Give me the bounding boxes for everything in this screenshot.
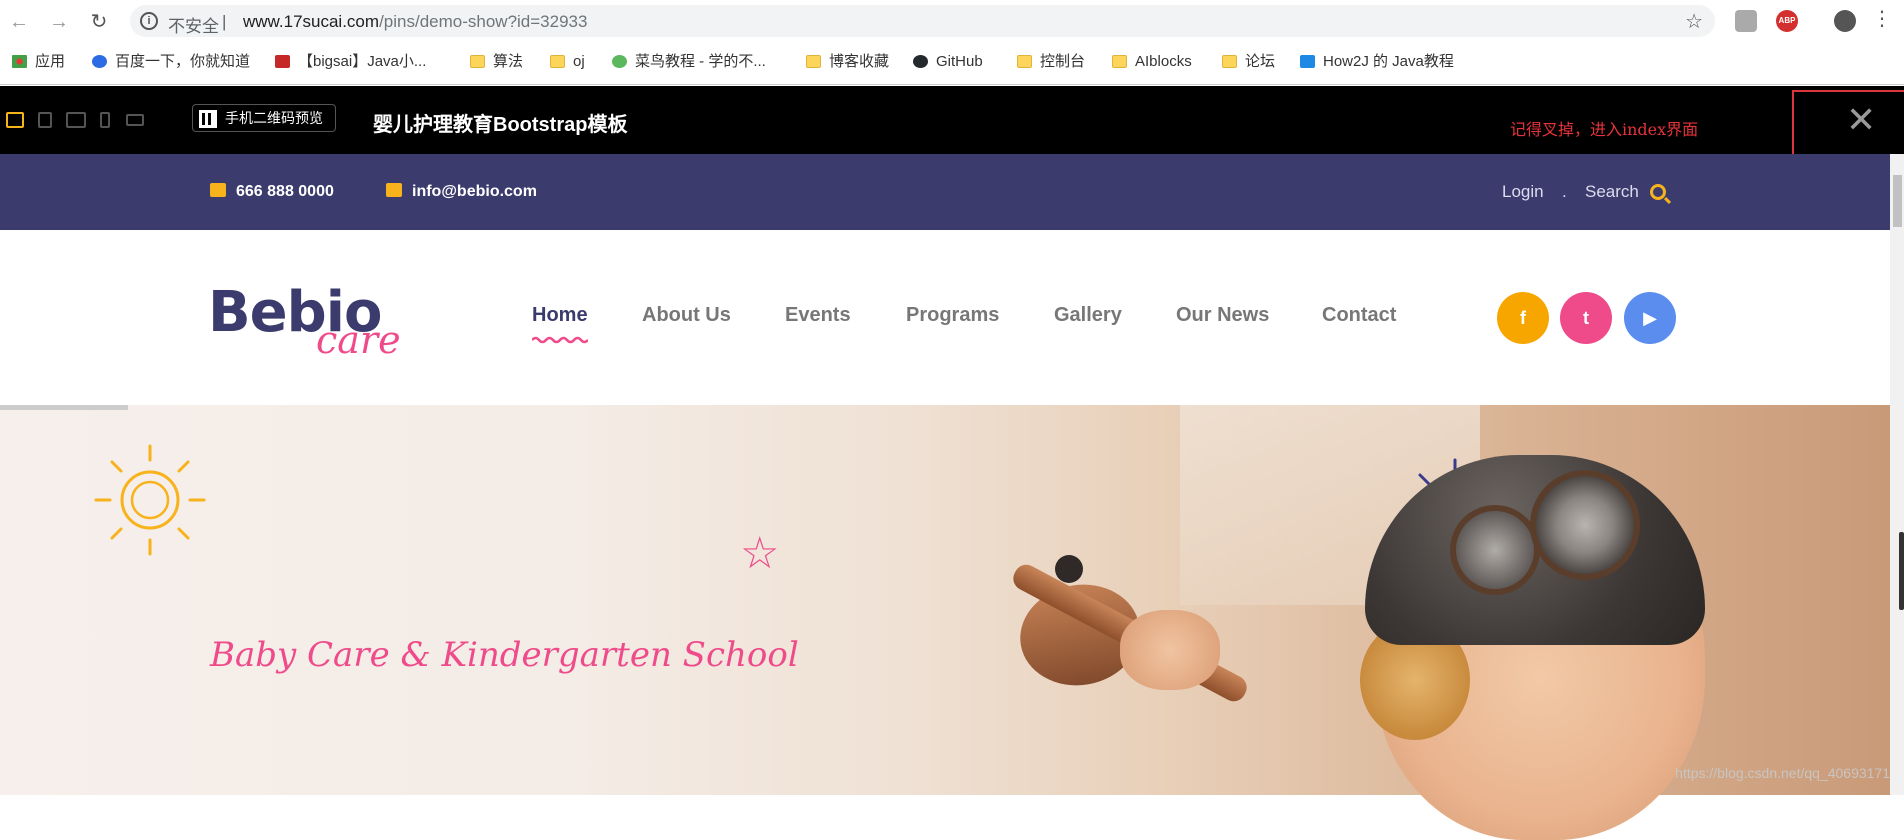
phone-contact[interactable]: 666 888 0000	[210, 183, 334, 201]
bookmark-folder-console[interactable]: 控制台	[1017, 50, 1085, 74]
nav-about-us[interactable]: About Us	[642, 304, 731, 327]
demo-preview-bar: 手机二维码预览 婴儿护理教育Bootstrap模板 记得叉掉，进入index界面	[0, 86, 1904, 154]
bookmark-folder-oj[interactable]: oj	[550, 50, 585, 74]
forward-button[interactable]: →	[46, 9, 72, 35]
twitter-icon[interactable]: t	[1560, 292, 1612, 344]
bookmark-folder-algo[interactable]: 算法	[470, 50, 523, 74]
info-icon[interactable]: i	[140, 12, 158, 30]
annotation-note: 记得叉掉，进入index界面	[1510, 120, 1699, 139]
nav-contact[interactable]: Contact	[1322, 304, 1396, 327]
divider: |	[222, 12, 227, 31]
reload-button[interactable]: ↻	[86, 9, 112, 35]
bookmark-apps[interactable]: 应用	[12, 50, 65, 74]
close-icon[interactable]: ✕	[1846, 102, 1876, 138]
nav-home[interactable]: Home	[532, 304, 588, 327]
nav-programs[interactable]: Programs	[906, 304, 999, 327]
search-icon[interactable]	[1650, 184, 1666, 200]
bookmark-bigsai[interactable]: 【bigsai】Java小...	[275, 50, 426, 74]
bookmark-star-icon[interactable]: ☆	[1685, 9, 1703, 34]
phone-icon	[210, 183, 226, 197]
browser-chrome: ← → ↻ i 不安全 | www.17sucai.com/pins/demo-…	[0, 0, 1904, 85]
security-label: 不安全	[168, 17, 219, 36]
url-text[interactable]: www.17sucai.com/pins/demo-show?id=32933	[243, 12, 587, 32]
tablet-portrait-icon[interactable]	[38, 112, 52, 128]
qr-preview-button[interactable]: 手机二维码预览	[192, 104, 336, 132]
adblock-icon[interactable]: ABP	[1776, 10, 1798, 32]
bookmark-runoob[interactable]: 菜鸟教程 - 学的不...	[612, 50, 766, 74]
phone-portrait-icon[interactable]	[100, 112, 110, 128]
scrollbar-thumb[interactable]	[1893, 175, 1902, 227]
address-bar[interactable]: i 不安全 | www.17sucai.com/pins/demo-show?i…	[130, 5, 1715, 37]
scrollbar-track[interactable]	[1890, 154, 1904, 795]
side-scroll-handle[interactable]	[1899, 532, 1904, 610]
loading-bar	[0, 405, 128, 410]
logo-subtext: care	[316, 318, 401, 362]
facebook-icon[interactable]: f	[1497, 292, 1549, 344]
youtube-icon[interactable]: ▶	[1624, 292, 1676, 344]
bookmarks-bar: 应用 百度一下，你就知道 【bigsai】Java小... 算法 oj 菜鸟教程…	[0, 50, 1904, 74]
nav-events[interactable]: Events	[785, 304, 851, 327]
login-link[interactable]: Login	[1502, 182, 1544, 202]
topbar-separator: .	[1562, 182, 1567, 201]
bookmark-folder-blog[interactable]: 博客收藏	[806, 50, 889, 74]
child-hand	[1120, 610, 1220, 690]
nav-gallery[interactable]: Gallery	[1054, 304, 1122, 327]
bookmark-how2j[interactable]: How2J 的 Java教程	[1300, 50, 1454, 74]
contact-topbar: 666 888 0000 info@bebio.com Login . Sear…	[0, 154, 1890, 230]
watermark: https://blog.csdn.net/qq_40693171	[1675, 765, 1890, 781]
hero-tagline: Baby Care & Kindergarten School	[210, 635, 799, 675]
star-doodle-icon: ☆	[740, 529, 780, 578]
nav-our-news[interactable]: Our News	[1176, 304, 1269, 327]
email-contact[interactable]: info@bebio.com	[386, 183, 537, 201]
demo-title: 婴儿护理教育Bootstrap模板	[373, 114, 628, 136]
profile-avatar-icon[interactable]	[1834, 10, 1856, 32]
menu-kebab-icon[interactable]: ⋮	[1872, 9, 1892, 32]
bookmark-folder-aiblocks[interactable]: AIblocks	[1112, 50, 1192, 74]
sun-icon	[94, 444, 206, 556]
phone-landscape-icon[interactable]	[126, 114, 144, 126]
goggle-right	[1530, 470, 1640, 580]
goggle-left	[1450, 505, 1540, 595]
site-header: Bebio care Home About Us Events Programs…	[0, 230, 1890, 405]
bookmark-baidu[interactable]: 百度一下，你就知道	[92, 50, 250, 74]
envelope-icon	[386, 183, 402, 197]
bookmark-folder-forum[interactable]: 论坛	[1222, 50, 1275, 74]
toy-plane-propeller	[1055, 555, 1083, 583]
extension-icon[interactable]	[1735, 10, 1757, 32]
active-underline	[532, 336, 588, 344]
tablet-landscape-icon[interactable]	[66, 112, 86, 128]
qr-preview-label: 手机二维码预览	[225, 110, 323, 126]
search-link[interactable]: Search	[1585, 182, 1639, 202]
desktop-view-icon[interactable]	[6, 112, 24, 128]
qr-code-icon	[199, 110, 217, 128]
bookmark-github[interactable]: GitHub	[913, 50, 983, 74]
back-button[interactable]: ←	[6, 9, 32, 35]
